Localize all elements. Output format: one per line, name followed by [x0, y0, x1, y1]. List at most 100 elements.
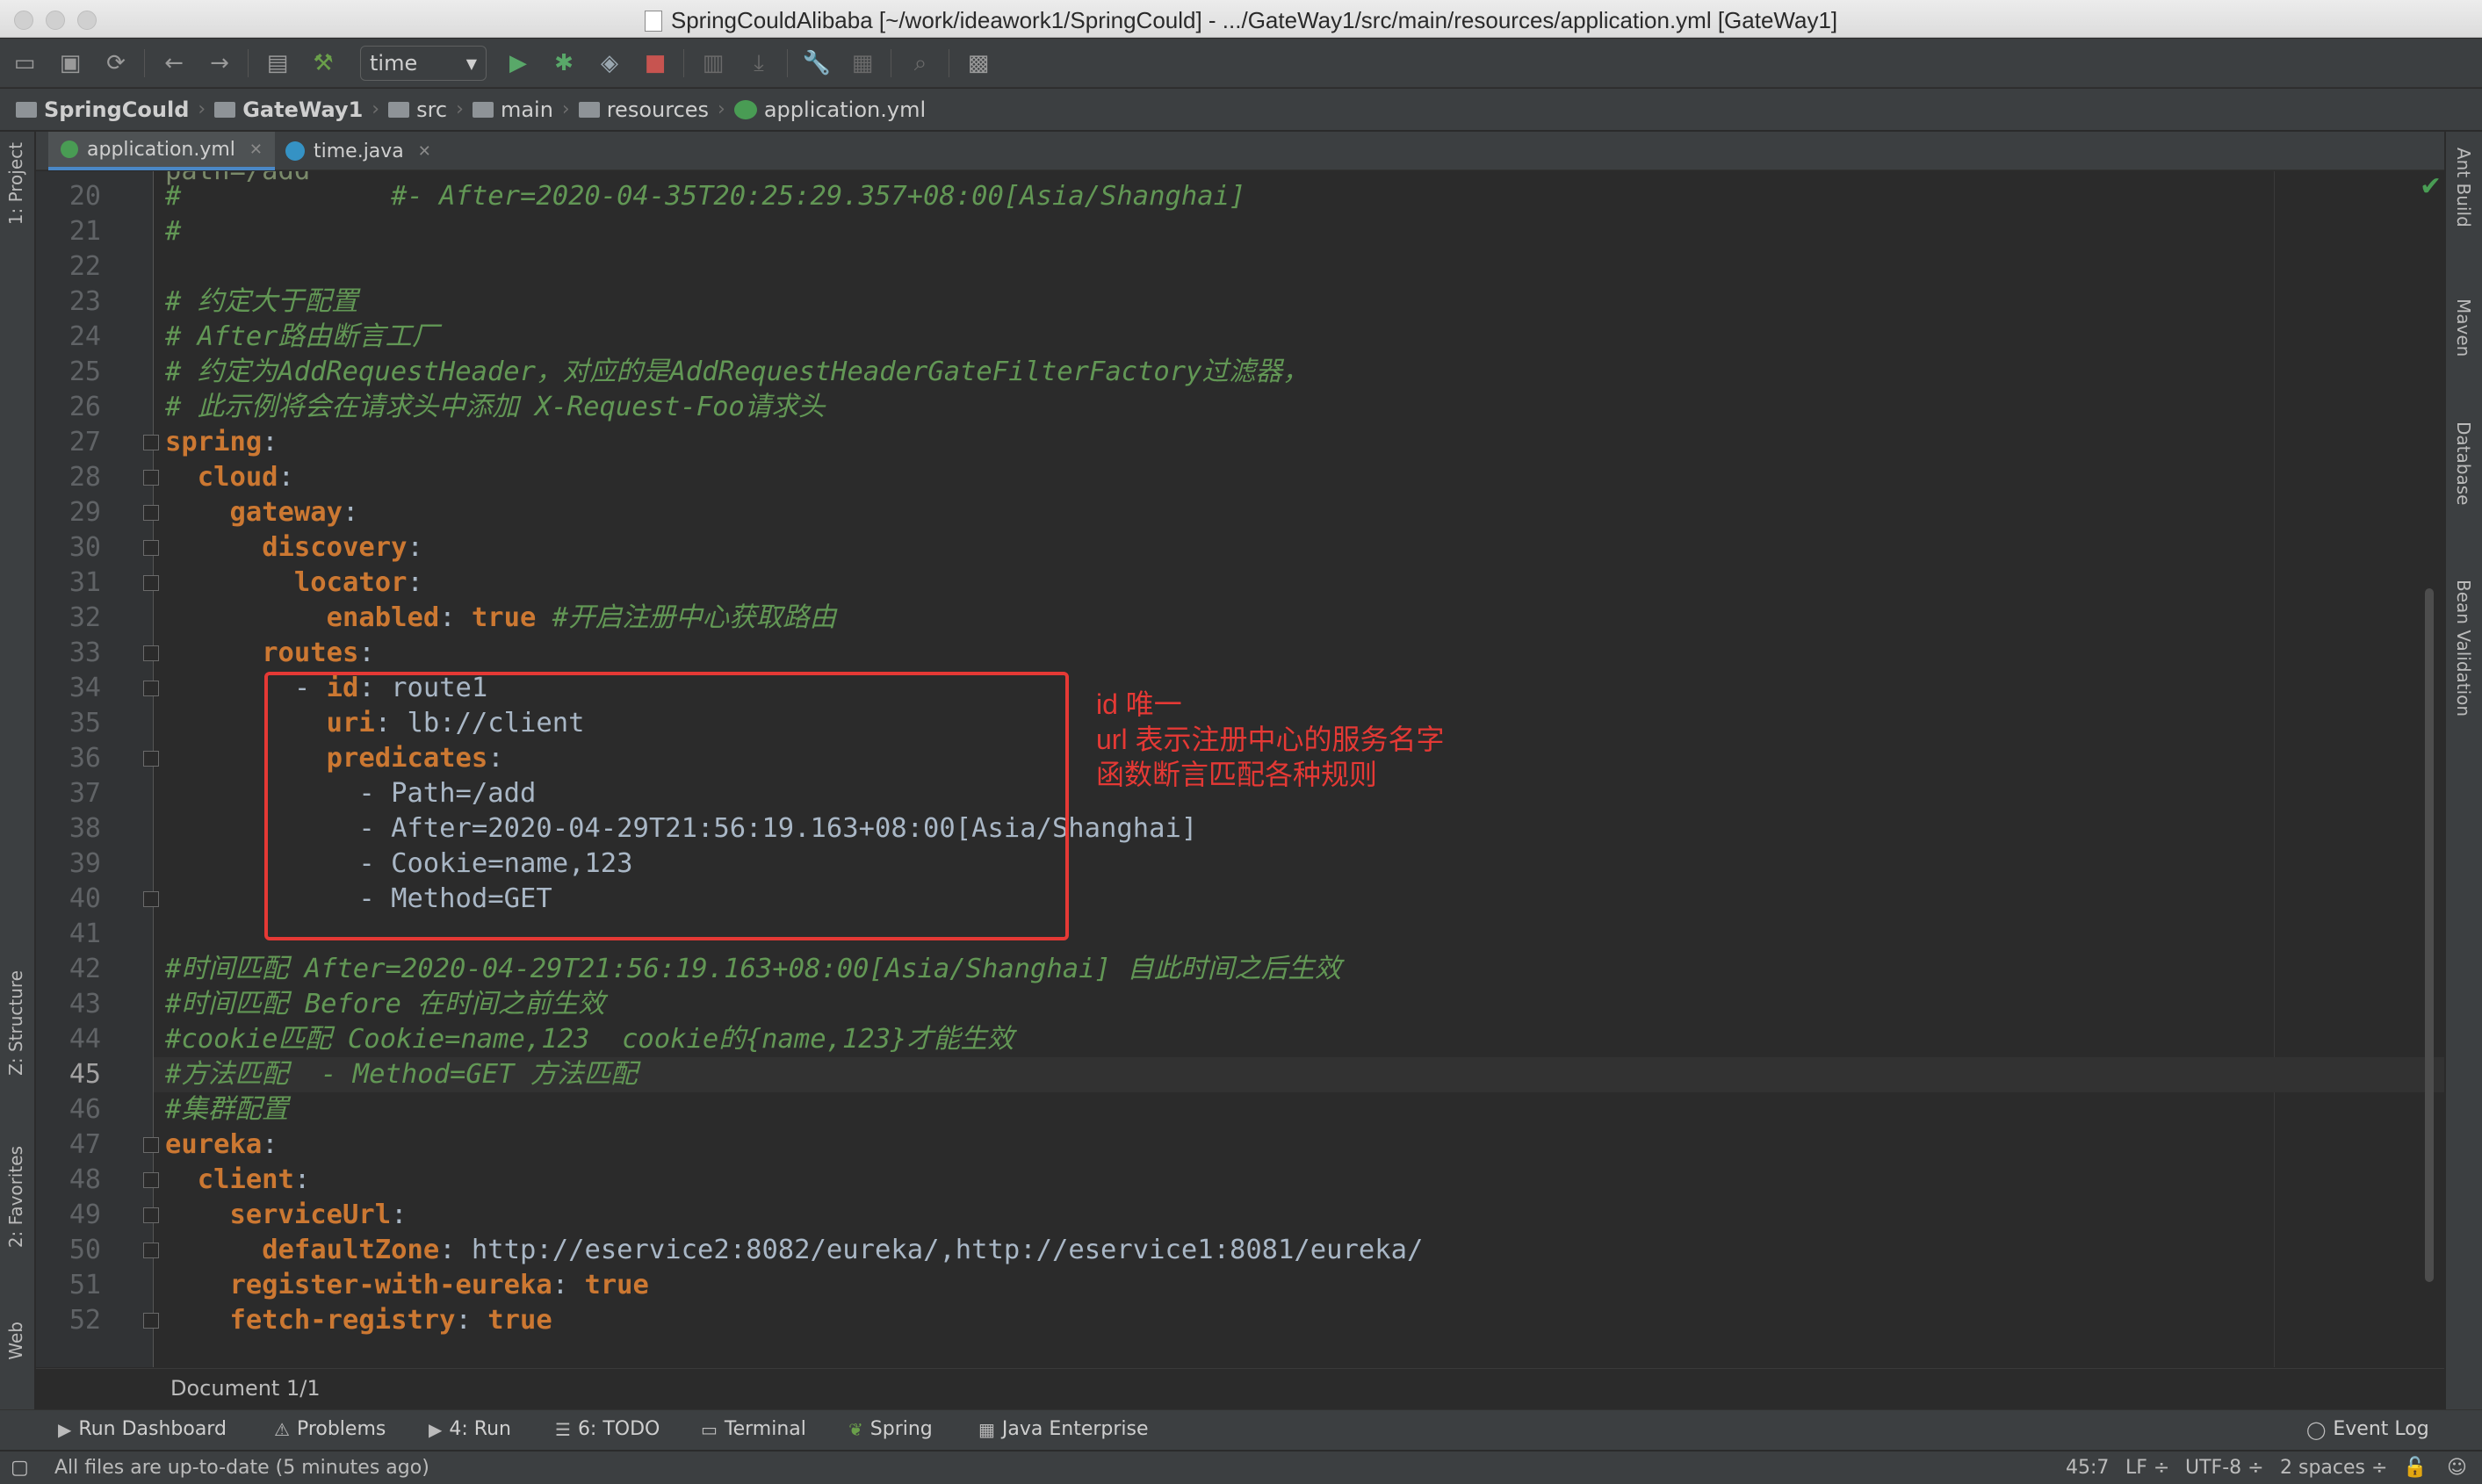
run-dashboard-button[interactable]: ▶ Run Dashboard [58, 1418, 227, 1440]
folder-icon [472, 101, 494, 118]
fold-marker-icon[interactable] [143, 891, 159, 907]
stop-icon[interactable]: ■ [639, 47, 671, 79]
caret-position[interactable]: 45:7 [2066, 1457, 2109, 1479]
tab-application-yml[interactable]: application.yml ✕ [48, 132, 276, 170]
java-enterprise-button[interactable]: ▦ Java Enterprise [978, 1418, 1149, 1440]
debug-icon[interactable]: ✱ [548, 47, 580, 79]
terminal-button[interactable]: ▭ Terminal [701, 1418, 806, 1440]
line-number: 47 [69, 1129, 101, 1160]
fold-marker-icon[interactable] [143, 681, 159, 696]
document-breadcrumb[interactable]: Document 1/1 [170, 1376, 321, 1401]
favorites-tool-button[interactable]: 2: Favorites [5, 1146, 26, 1248]
line-number: 46 [69, 1094, 101, 1125]
database-tool-button[interactable]: Database [2453, 421, 2474, 505]
line-separator-select[interactable]: LF ÷ [2125, 1457, 2169, 1479]
line-number: 24 [69, 321, 101, 352]
save-icon[interactable]: ▣ [54, 47, 86, 79]
event-log-icon: ◯ [2306, 1418, 2327, 1440]
settings-wrench-icon[interactable]: 🔧 [801, 47, 833, 79]
code-editor[interactable]: ✔ path=/add 20# #- After=2020-04-35T20:2… [36, 171, 2444, 1367]
todo-button[interactable]: ☰ 6: TODO [555, 1418, 660, 1440]
line-number: 25 [69, 357, 101, 387]
project-tool-button[interactable]: 1: Project [5, 142, 26, 225]
fold-marker-icon[interactable] [143, 1137, 159, 1153]
event-log-button[interactable]: ◯ Event Log [2306, 1418, 2429, 1440]
lock-icon[interactable]: 🔓 [2403, 1457, 2427, 1479]
structure-tool-button[interactable]: Z: Structure [5, 970, 26, 1076]
line-number: 31 [69, 567, 101, 598]
breadcrumb-src[interactable]: src [388, 97, 447, 122]
breadcrumb-separator-icon: › [456, 98, 464, 120]
bean-validation-tool-button[interactable]: Bean Validation [2453, 580, 2474, 717]
status-toggle-icon[interactable]: ▢ [11, 1457, 29, 1479]
code-line: discovery: [262, 532, 423, 563]
breadcrumb-module[interactable]: GateWay1 [214, 97, 363, 122]
routes-highlight-box [264, 672, 1069, 940]
routes-annotation: id 唯一 url 表示注册中心的服务名字 函数断言匹配各种规则 [1096, 687, 1444, 792]
fold-marker-icon[interactable] [143, 470, 159, 486]
fold-marker-icon[interactable] [143, 540, 159, 556]
build-hammer-icon[interactable]: ⚒ [307, 47, 339, 79]
breadcrumb-separator-icon: › [561, 98, 570, 120]
fold-marker-icon[interactable] [143, 1172, 159, 1188]
line-number: 33 [69, 638, 101, 668]
vcs-update-icon[interactable]: ▥ [697, 47, 729, 79]
code-line: # #- After=2020-04-35T20:25:29.357+08:00… [165, 181, 1246, 212]
search-icon[interactable]: ⌕ [905, 47, 936, 79]
code-line: #集群配置 [165, 1094, 289, 1125]
line-number: 30 [69, 532, 101, 563]
project-structure-icon[interactable]: ▤ [262, 47, 293, 79]
run-configuration-select[interactable]: time ▼ [360, 46, 487, 81]
close-tab-icon[interactable]: ✕ [249, 140, 263, 159]
java-class-icon [285, 141, 305, 161]
annotation-line: url 表示注册中心的服务名字 [1096, 724, 1445, 755]
indent-select[interactable]: 2 spaces ÷ [2280, 1457, 2387, 1479]
fold-marker-icon[interactable] [143, 575, 159, 591]
fold-marker-icon[interactable] [143, 435, 159, 450]
fold-marker-icon[interactable] [143, 751, 159, 767]
spring-button[interactable]: ❦ Spring [848, 1418, 933, 1440]
vcs-commit-icon[interactable]: ⤓ [743, 47, 775, 79]
open-folder-icon[interactable]: ▭ [9, 47, 40, 79]
sync-icon[interactable]: ⟳ [100, 47, 132, 79]
web-tool-button[interactable]: Web [5, 1322, 26, 1360]
code-line: fetch-registry: true [229, 1305, 552, 1336]
fold-marker-icon[interactable] [143, 1243, 159, 1258]
close-tab-icon[interactable]: ✕ [418, 142, 431, 161]
inspector-icon[interactable]: ☺ [2447, 1457, 2467, 1479]
editor-breadcrumb-bar: Document 1/1 [36, 1368, 2444, 1408]
tab-time-java[interactable]: time.java ✕ [273, 132, 444, 170]
encoding-select[interactable]: UTF-8 ÷ [2185, 1457, 2264, 1479]
vertical-scrollbar[interactable] [2425, 588, 2434, 1282]
maven-tool-button[interactable]: Maven [2453, 299, 2474, 357]
fold-marker-icon[interactable] [143, 505, 159, 521]
annotation-line: 函数断言匹配各种规则 [1096, 759, 1378, 790]
breadcrumb-resources[interactable]: resources [578, 97, 709, 122]
yaml-file-icon [61, 140, 78, 158]
code-line: defaultZone: http://eservice2:8082/eurek… [262, 1235, 1424, 1265]
folder-icon [16, 101, 37, 118]
breadcrumb-main[interactable]: main [472, 97, 553, 122]
coverage-icon[interactable]: ◈ [594, 47, 625, 79]
fold-marker-icon[interactable] [143, 1207, 159, 1223]
forward-arrow-icon[interactable]: → [204, 47, 235, 79]
problems-button[interactable]: ⚠ Problems [274, 1418, 386, 1440]
breadcrumb-project[interactable]: SpringCould [16, 97, 189, 122]
project-settings-icon[interactable]: ▦ [847, 47, 878, 79]
back-arrow-icon[interactable]: ← [158, 47, 190, 79]
code-line: gateway: [229, 497, 359, 528]
run-icon[interactable]: ▶ [502, 47, 534, 79]
line-number: 43 [69, 989, 101, 1019]
fold-marker-icon[interactable] [143, 1313, 159, 1329]
code-line: register-with-eureka: true [229, 1270, 649, 1300]
database-console-icon[interactable]: ▩ [963, 47, 994, 79]
todo-icon: ☰ [555, 1418, 571, 1440]
run-button[interactable]: ▶ 4: Run [429, 1418, 511, 1440]
breadcrumb-file[interactable]: application.yml [733, 97, 926, 122]
ant-build-tool-button[interactable]: Ant Build [2453, 148, 2474, 227]
main-toolbar: ▭ ▣ ⟳ ← → ▤ ⚒ time ▼ ▶ ✱ ◈ ■ ▥ ⤓ 🔧 ▦ ⌕ ▩ [0, 39, 2482, 88]
line-number: 49 [69, 1199, 101, 1230]
tool-window-bar: ▶ Run Dashboard ⚠ Problems ▶ 4: Run ☰ 6: TOD… [0, 1409, 2482, 1450]
fold-marker-icon[interactable] [143, 645, 159, 661]
line-number: 36 [69, 743, 101, 774]
